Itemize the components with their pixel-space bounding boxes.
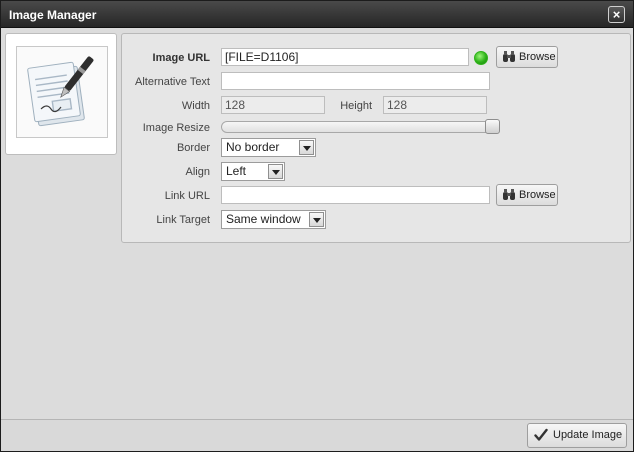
- document-pen-icon: [27, 56, 94, 127]
- link-url-input[interactable]: [221, 186, 490, 204]
- link-url-label: Link URL: [164, 190, 210, 202]
- update-image-label: Update Image: [553, 429, 623, 441]
- checkmark-icon: [534, 428, 548, 441]
- image-preview-panel: [5, 33, 117, 155]
- link-browse-button[interactable]: Browse: [496, 184, 558, 206]
- image-resize-label: Image Resize: [142, 122, 210, 134]
- dialog-title: Image Manager: [9, 8, 97, 22]
- align-label: Align: [185, 166, 210, 178]
- image-resize-slider[interactable]: [221, 121, 498, 133]
- link-target-label: Link Target: [156, 214, 210, 226]
- dialog-footer: Update Image: [1, 419, 633, 451]
- chevron-down-icon[interactable]: [268, 164, 283, 179]
- browse-label: Browse: [519, 51, 556, 63]
- border-selected-value: No border: [226, 140, 280, 154]
- binoculars-icon: [503, 51, 515, 62]
- height-label: Height: [340, 100, 372, 112]
- width-input[interactable]: 128: [221, 96, 325, 114]
- image-properties-panel: Image URL [FILE=D1106] Browse Alternativ…: [121, 33, 631, 243]
- image-manager-dialog: Image Manager × Image URL [FILE=D1106] B…: [0, 0, 634, 452]
- title-bar[interactable]: Image Manager ×: [1, 1, 633, 28]
- update-image-button[interactable]: Update Image: [527, 423, 627, 448]
- align-selected-value: Left: [226, 164, 247, 178]
- image-url-input[interactable]: [FILE=D1106]: [221, 48, 469, 66]
- image-url-label: Image URL: [152, 52, 210, 64]
- binoculars-icon: [503, 189, 515, 200]
- width-label: Width: [181, 100, 210, 112]
- alt-text-input[interactable]: [221, 72, 490, 90]
- status-ok-icon: [474, 51, 488, 65]
- align-select[interactable]: Left: [221, 162, 285, 181]
- browse-label: Browse: [519, 189, 556, 201]
- height-input[interactable]: 128: [383, 96, 487, 114]
- close-button[interactable]: ×: [608, 6, 625, 23]
- alt-text-label: Alternative Text: [134, 76, 210, 88]
- chevron-down-icon[interactable]: [299, 140, 314, 155]
- image-browse-button[interactable]: Browse: [496, 46, 558, 68]
- link-target-select[interactable]: Same window: [221, 210, 326, 229]
- border-label: Border: [176, 142, 210, 154]
- image-resize-slider-handle[interactable]: [485, 119, 500, 134]
- image-preview: [16, 46, 108, 138]
- border-select[interactable]: No border: [221, 138, 316, 157]
- chevron-down-icon[interactable]: [309, 212, 324, 227]
- link-target-selected-value: Same window: [226, 212, 301, 226]
